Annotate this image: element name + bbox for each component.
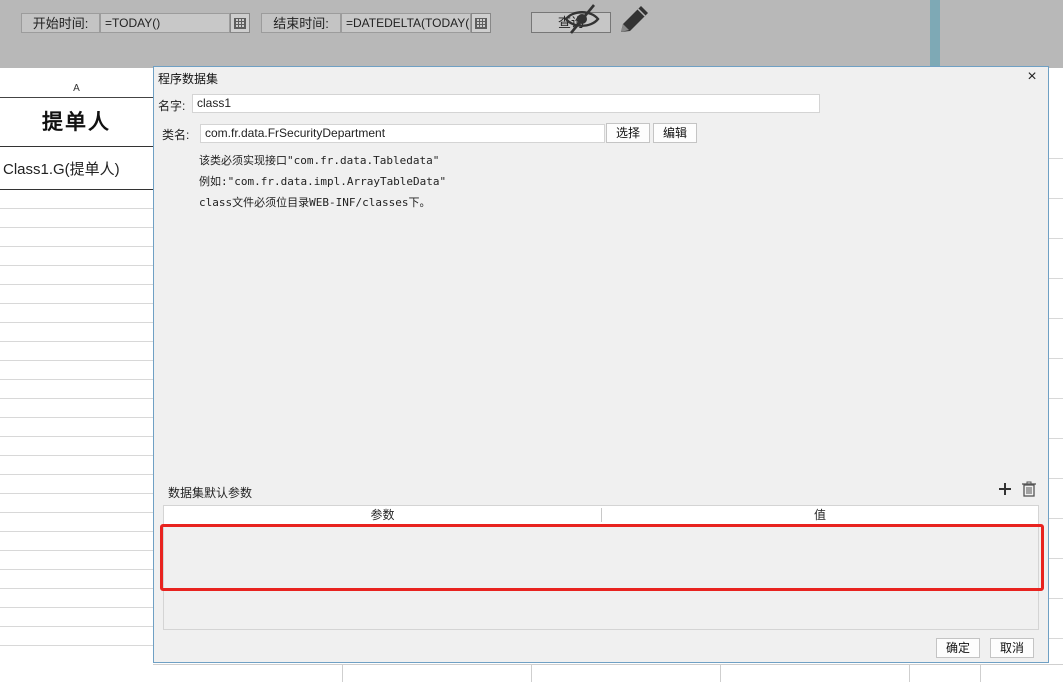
row-divider — [0, 265, 153, 266]
row-divider — [0, 189, 153, 190]
row-divider — [0, 322, 153, 323]
calendar-icon — [234, 18, 246, 29]
column-header-value[interactable]: 值 — [602, 506, 1038, 524]
default-params-title: 数据集默认参数 — [168, 486, 253, 500]
row-divider — [0, 398, 153, 399]
row-divider — [0, 227, 153, 228]
row-divider — [0, 531, 153, 532]
close-icon[interactable]: × — [1024, 69, 1040, 85]
row-divider — [0, 379, 153, 380]
right-grid-strip — [1049, 68, 1063, 664]
row-divider — [0, 360, 153, 361]
calendar-icon — [475, 18, 487, 29]
params-table-header: 参数 值 — [164, 506, 1038, 525]
class-name-input[interactable]: com.fr.data.FrSecurityDepartment — [200, 124, 605, 143]
dialog-title: 程序数据集 — [158, 72, 219, 86]
row-divider — [0, 246, 153, 247]
start-time-label: 开始时间: — [21, 13, 100, 33]
cancel-button[interactable]: 取消 — [990, 638, 1034, 658]
grid-line — [531, 665, 532, 682]
row-divider — [0, 455, 153, 456]
pencil-icon[interactable] — [617, 3, 651, 35]
cell-title[interactable]: 提单人 — [0, 98, 153, 146]
name-label: 名字: — [158, 99, 186, 113]
grid-line — [720, 665, 721, 682]
end-time-label: 结束时间: — [261, 13, 341, 33]
row-divider — [0, 493, 153, 494]
ok-button[interactable]: 确定 — [936, 638, 980, 658]
highlight-box — [160, 524, 1044, 591]
class-name-label: 类名: — [162, 128, 190, 142]
row-divider — [0, 341, 153, 342]
grid-line — [342, 665, 343, 682]
start-time-input[interactable]: =TODAY() — [100, 13, 230, 33]
end-calendar-button[interactable] — [471, 13, 491, 33]
eye-hidden-icon[interactable] — [563, 3, 601, 35]
cell-class-formula[interactable]: Class1.G(提单人) — [3, 148, 120, 192]
row-divider — [0, 417, 153, 418]
row-divider — [0, 208, 153, 209]
row-divider — [0, 607, 153, 608]
choose-button[interactable]: 选择 — [606, 123, 650, 143]
row-divider — [0, 146, 153, 147]
row-divider — [0, 645, 153, 646]
parameter-toolbar: 开始时间: =TODAY() 结束时间: =DATEDELTA(TODAY( 查… — [0, 0, 1063, 68]
row-divider — [0, 284, 153, 285]
row-divider — [0, 588, 153, 589]
column-header-param[interactable]: 参数 — [164, 506, 601, 524]
row-divider — [0, 569, 153, 570]
row-divider — [0, 550, 153, 551]
name-input[interactable]: class1 — [192, 94, 820, 113]
row-divider — [0, 512, 153, 513]
row-divider — [0, 626, 153, 627]
row-divider — [0, 436, 153, 437]
program-dataset-dialog: 程序数据集 × 名字: class1 类名: com.fr.data.FrSec… — [153, 66, 1049, 663]
column-header-a[interactable]: A — [0, 80, 153, 98]
plus-icon[interactable] — [996, 480, 1014, 498]
trash-icon[interactable] — [1020, 480, 1038, 498]
description-location: class文件必须位目录WEB-INF/classes下。 — [199, 196, 431, 209]
grid-line — [980, 665, 981, 682]
row-divider — [0, 303, 153, 304]
bottom-grid — [153, 664, 1063, 682]
description-interface: 该类必须实现接口"com.fr.data.Tabledata" — [199, 154, 440, 167]
toolbar-divider — [930, 0, 940, 68]
end-time-input[interactable]: =DATEDELTA(TODAY( — [341, 13, 471, 33]
row-divider — [0, 474, 153, 475]
start-calendar-button[interactable] — [230, 13, 250, 33]
edit-button[interactable]: 编辑 — [653, 123, 697, 143]
grid-line — [909, 665, 910, 682]
description-example: 例如:"com.fr.data.impl.ArrayTableData" — [199, 175, 447, 188]
